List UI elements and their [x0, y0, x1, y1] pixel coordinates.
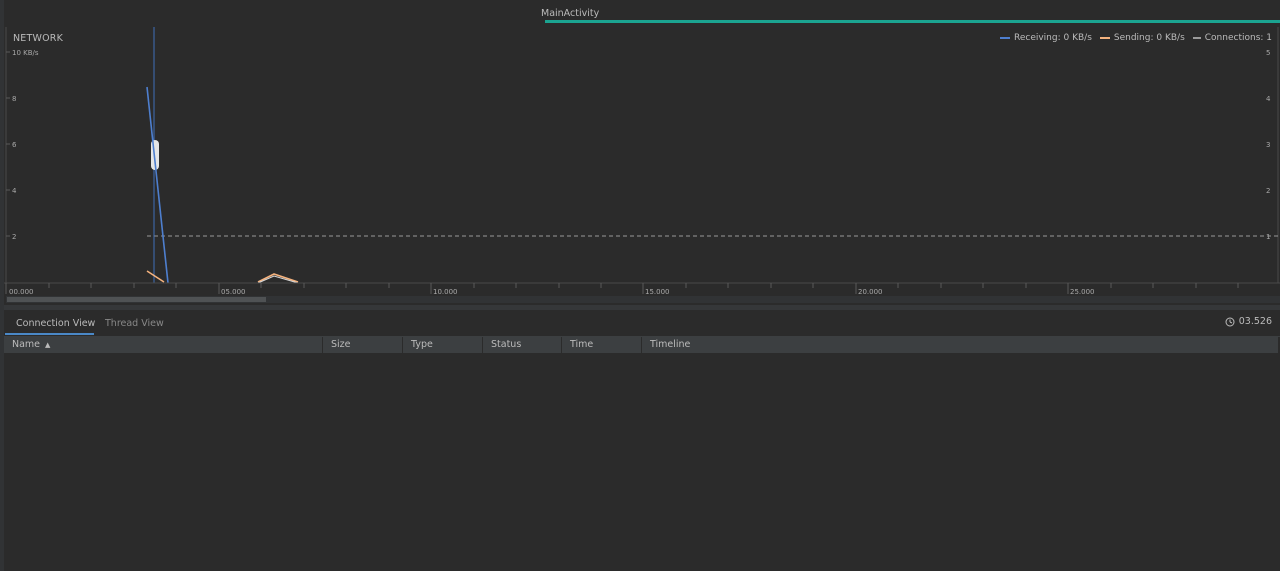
- chart-legend: Receiving: 0 KB/s Sending: 0 KB/s Connec…: [999, 33, 1272, 43]
- sending-swatch-icon: [1099, 37, 1110, 39]
- column-header-time[interactable]: Time: [562, 337, 642, 353]
- time-label-25: 25.000: [1070, 288, 1095, 296]
- activity-bar: MainActivity: [4, 0, 1280, 28]
- column-name-label: Name: [12, 339, 41, 350]
- tab-thread-view[interactable]: Thread View: [105, 318, 164, 329]
- network-title: NETWORK: [13, 33, 64, 44]
- network-chart[interactable]: 10 KB/s 8 6 4 2 5 4 3 2 1 00.000 05.000 …: [4, 27, 1280, 305]
- legend-sending-label: Sending: 0 KB/s: [1113, 33, 1185, 43]
- column-type-label: Type: [411, 339, 433, 350]
- column-header-status[interactable]: Status: [483, 337, 562, 353]
- left-axis-ticks: [6, 51, 10, 237]
- column-header-name[interactable]: Name ▲: [4, 337, 323, 353]
- time-label-5: 05.000: [221, 288, 246, 296]
- selection-time: 03.526: [1225, 316, 1272, 327]
- right-axis-label-5: 5: [1266, 49, 1270, 57]
- sending-series: [146, 270, 165, 283]
- timeline-scrollbar-thumb[interactable]: [7, 297, 266, 302]
- column-time-label: Time: [570, 339, 594, 350]
- activity-label: MainActivity: [541, 8, 600, 19]
- receiving-swatch-icon: [999, 37, 1010, 39]
- selection-time-value: 03.526: [1238, 316, 1272, 327]
- right-axis-label-4: 4: [1266, 95, 1271, 103]
- legend-connections: Connections: 1: [1192, 33, 1272, 43]
- column-status-label: Status: [491, 339, 522, 350]
- time-label-15: 15.000: [645, 288, 670, 296]
- right-axis-label-3: 3: [1266, 141, 1270, 149]
- legend-receiving: Receiving: 0 KB/s: [999, 33, 1092, 43]
- right-axis-label-1: 1: [1266, 233, 1270, 241]
- left-axis-label-8: 8: [12, 95, 16, 103]
- time-label-10: 10.000: [433, 288, 458, 296]
- column-header-size[interactable]: Size: [323, 337, 403, 353]
- left-axis-label-4: 4: [12, 187, 17, 195]
- sort-ascending-icon: ▲: [45, 341, 51, 349]
- receiving-series: [146, 86, 169, 284]
- activity-duration-bar[interactable]: [545, 20, 1280, 23]
- tab-connection-view[interactable]: Connection View: [16, 318, 95, 329]
- connections-swatch-icon: [1192, 37, 1201, 39]
- time-label-20: 20.000: [858, 288, 883, 296]
- column-header-type[interactable]: Type: [403, 337, 483, 353]
- column-header-timeline[interactable]: Timeline: [642, 337, 1278, 353]
- legend-receiving-label: Receiving: 0 KB/s: [1013, 33, 1092, 43]
- left-axis-label-10: 10 KB/s: [12, 49, 39, 57]
- time-label-0: 00.000: [9, 288, 34, 296]
- column-size-label: Size: [331, 339, 351, 350]
- connections-table-header: Name ▲ Size Type Status Time Timeline: [4, 337, 1278, 353]
- column-timeline-label: Timeline: [650, 339, 691, 350]
- view-tabs: Connection View Thread View 03.526: [4, 310, 1280, 337]
- legend-connections-label: Connections: 1: [1204, 33, 1272, 43]
- clock-icon: [1225, 317, 1235, 326]
- network-plot[interactable]: 10 KB/s 8 6 4 2 5 4 3 2 1 00.000 05.000 …: [4, 27, 1280, 305]
- left-axis-label-2: 2: [12, 233, 16, 241]
- time-axis-ticks: [5, 283, 1239, 294]
- connections-table-body[interactable]: [4, 353, 1278, 571]
- active-tab-indicator: [5, 333, 94, 335]
- left-axis-label-6: 6: [12, 141, 17, 149]
- right-axis-label-2: 2: [1266, 187, 1270, 195]
- legend-sending: Sending: 0 KB/s: [1099, 33, 1185, 43]
